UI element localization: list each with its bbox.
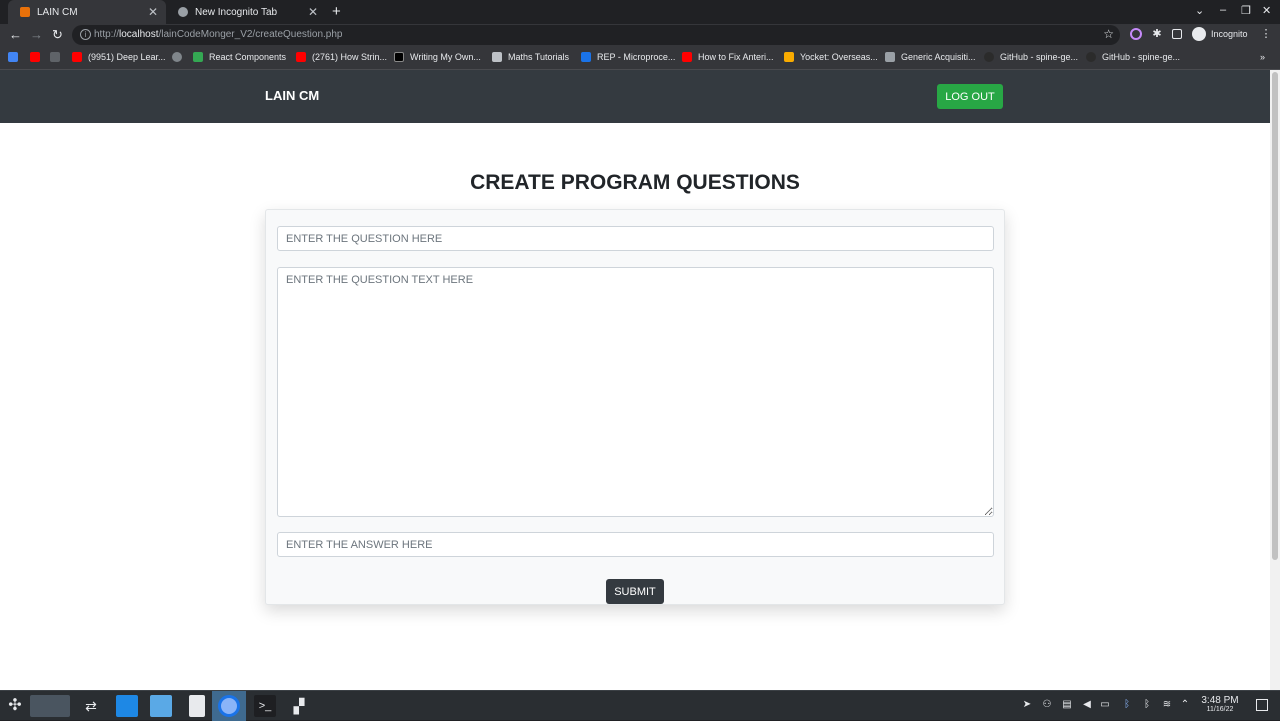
bluetooth-tray-icon[interactable]: ᛒ	[1142, 700, 1152, 710]
telegram-tray-icon[interactable]: ➤	[1022, 700, 1032, 710]
clock-date: 11/16/22	[1206, 706, 1234, 713]
close-tab-icon[interactable]: ✕	[148, 5, 158, 19]
page-scrollbar[interactable]	[1270, 70, 1280, 690]
question-title-input[interactable]	[277, 226, 994, 251]
bookmark-star-icon[interactable]: ☆	[1103, 27, 1114, 41]
extensions-puzzle-icon[interactable]: ✱	[1151, 28, 1163, 40]
url-text: http://localhost/lainCodeMonger_V2/creat…	[94, 29, 343, 40]
yocket-icon	[784, 52, 794, 62]
page-title: CREATE PROGRAM QUESTIONS	[470, 171, 800, 194]
restore-icon[interactable]: ❐	[1241, 4, 1251, 17]
show-desktop-icon[interactable]	[1256, 699, 1268, 711]
bluetooth-app-tray-icon[interactable]: ᛒ	[1122, 700, 1132, 710]
tab-new-incognito[interactable]: New Incognito Tab ✕	[166, 0, 326, 24]
browser-menu-icon[interactable]: ⋮	[1260, 28, 1272, 40]
page-viewport: LAIN CM LOG OUT CREATE PROGRAM QUESTIONS…	[0, 70, 1270, 690]
site-info-icon[interactable]: i	[80, 29, 91, 40]
discover-store-icon[interactable]	[116, 695, 138, 717]
address-bar[interactable]: i http://localhost/lainCodeMonger_V2/cre…	[72, 25, 1120, 45]
battery-tray-icon[interactable]: ▭	[1100, 700, 1110, 710]
reload-icon[interactable]: ↻	[52, 27, 63, 43]
tab-lain-cm[interactable]: LAIN CM ✕	[8, 0, 166, 24]
bookmark-github-1[interactable]: GitHub - spine-ge...	[984, 52, 1078, 62]
clipboard-tray-icon[interactable]: ▤	[1062, 700, 1072, 710]
youtube-icon	[682, 52, 692, 62]
more-bookmarks-chevron-icon[interactable]: »	[1260, 52, 1265, 62]
user-tray-icon[interactable]: ⚇	[1042, 700, 1052, 710]
dev-icon	[394, 52, 404, 62]
tab-strip: LAIN CM ✕ New Incognito Tab ✕ + ⌄ – ❐ ✕	[0, 0, 1280, 24]
bookmark-generic-acquisition[interactable]: Generic Acquisiti...	[885, 52, 976, 62]
side-panel-icon[interactable]	[1172, 29, 1182, 39]
os-taskbar: ✣ ⇄ >_ ▞ ➤ ⚇ ▤ ◀ ▭ ᛒ ᛒ ≋ ⌃ 3:48 PM 11/16…	[0, 690, 1280, 721]
close-window-icon[interactable]: ✕	[1262, 4, 1271, 17]
browser-toolbar: ← → ↻ i http://localhost/lainCodeMonger_…	[0, 24, 1280, 46]
incognito-avatar-icon	[1192, 27, 1206, 41]
terminal-icon[interactable]: >_	[254, 695, 276, 717]
overview-grid-icon[interactable]: ▞	[288, 695, 310, 717]
tab-search-chevron-icon[interactable]: ⌄	[1195, 4, 1204, 17]
extension-color-icon[interactable]	[1130, 28, 1142, 40]
text-editor-icon[interactable]	[189, 695, 205, 717]
forward-arrow-icon[interactable]: →	[30, 27, 43, 42]
tab-title: New Incognito Tab	[195, 6, 278, 18]
bookmark-globe-icon[interactable]	[172, 52, 188, 62]
bookmark-blank-icon[interactable]	[50, 52, 66, 62]
volume-tray-icon[interactable]: ◀	[1082, 700, 1092, 710]
scrollbar-thumb[interactable]	[1272, 72, 1278, 560]
incognito-icon	[178, 7, 188, 17]
incognito-profile-button[interactable]: Incognito	[1192, 27, 1248, 41]
bookmark-react-components[interactable]: React Components	[193, 52, 286, 62]
bookmark-github-2[interactable]: GitHub - spine-ge...	[1086, 52, 1180, 62]
file-manager-icon[interactable]	[150, 695, 172, 717]
close-tab-icon[interactable]: ✕	[308, 5, 318, 19]
bookmark-rep-microprocessor[interactable]: REP - Microproce...	[581, 52, 675, 62]
doc-icon	[581, 52, 591, 62]
site-navbar: LAIN CM LOG OUT	[0, 70, 1270, 123]
youtube-icon	[296, 52, 306, 62]
bookmark-maths-tutorials[interactable]: Maths Tutorials	[492, 52, 569, 62]
tray-expand-chevron-icon[interactable]: ⌃	[1180, 700, 1190, 710]
question-form: SUBMIT	[265, 209, 1005, 605]
apps-grid-icon[interactable]	[8, 52, 24, 62]
webflow-icon	[193, 52, 203, 62]
youtube-bookmark-icon[interactable]	[30, 52, 46, 62]
github-icon	[984, 52, 994, 62]
question-text-textarea[interactable]	[277, 267, 994, 517]
system-settings-icon[interactable]: ⇄	[80, 695, 102, 717]
chrome-icon[interactable]	[218, 695, 240, 717]
back-arrow-icon[interactable]: ←	[9, 27, 22, 42]
site-brand[interactable]: LAIN CM	[265, 88, 319, 103]
app-launcher-icon[interactable]: ✣	[4, 695, 26, 717]
bookmark-yocket[interactable]: Yocket: Overseas...	[784, 52, 878, 62]
github-icon	[1086, 52, 1096, 62]
bookmark-deep-learning[interactable]: (9951) Deep Lear...	[72, 52, 166, 62]
bookmark-how-to-fix[interactable]: How to Fix Anteri...	[682, 52, 774, 62]
maths-icon	[492, 52, 502, 62]
logout-button[interactable]: LOG OUT	[937, 84, 1003, 109]
wifi-tray-icon[interactable]: ≋	[1162, 700, 1172, 710]
new-tab-plus-icon[interactable]: +	[332, 3, 341, 20]
submit-button[interactable]: SUBMIT	[606, 579, 664, 604]
answer-input[interactable]	[277, 532, 994, 557]
clock-time: 3:48 PM	[1201, 695, 1239, 706]
bookmarks-bar: (9951) Deep Lear... React Components (27…	[0, 46, 1280, 70]
pager-desktops-icon[interactable]	[30, 695, 70, 717]
tab-title: LAIN CM	[37, 6, 78, 18]
youtube-icon	[72, 52, 82, 62]
taskbar-clock[interactable]: 3:48 PM 11/16/22	[1198, 695, 1242, 713]
minimize-icon[interactable]: –	[1220, 4, 1226, 16]
site-favicon-icon	[20, 7, 30, 17]
bookmark-writing-my-own[interactable]: Writing My Own...	[394, 52, 481, 62]
doc-icon	[885, 52, 895, 62]
profile-label: Incognito	[1211, 29, 1248, 39]
bookmark-how-strings[interactable]: (2761) How Strin...	[296, 52, 387, 62]
